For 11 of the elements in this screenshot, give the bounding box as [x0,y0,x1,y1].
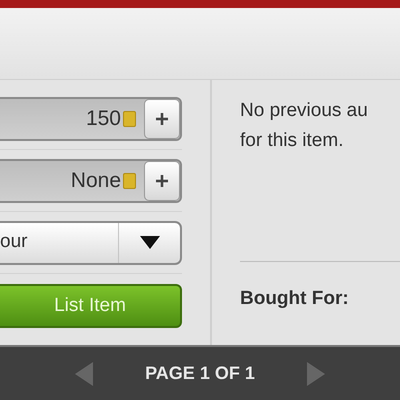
increase-button[interactable] [144,98,180,138]
caret-icon [140,236,160,249]
plus-icon [155,174,169,188]
amount-value: None [70,168,121,194]
bought-for-label: Bought For: [240,287,349,311]
amount-value: 150 [86,106,121,132]
page-indicator: PAGE 1 OF 1 [145,362,255,385]
plus-icon [155,112,169,126]
increase-button[interactable] [144,160,180,200]
no-history-message: No previous au for this item. [240,99,369,153]
duration-dropdown[interactable]: our [0,220,182,264]
